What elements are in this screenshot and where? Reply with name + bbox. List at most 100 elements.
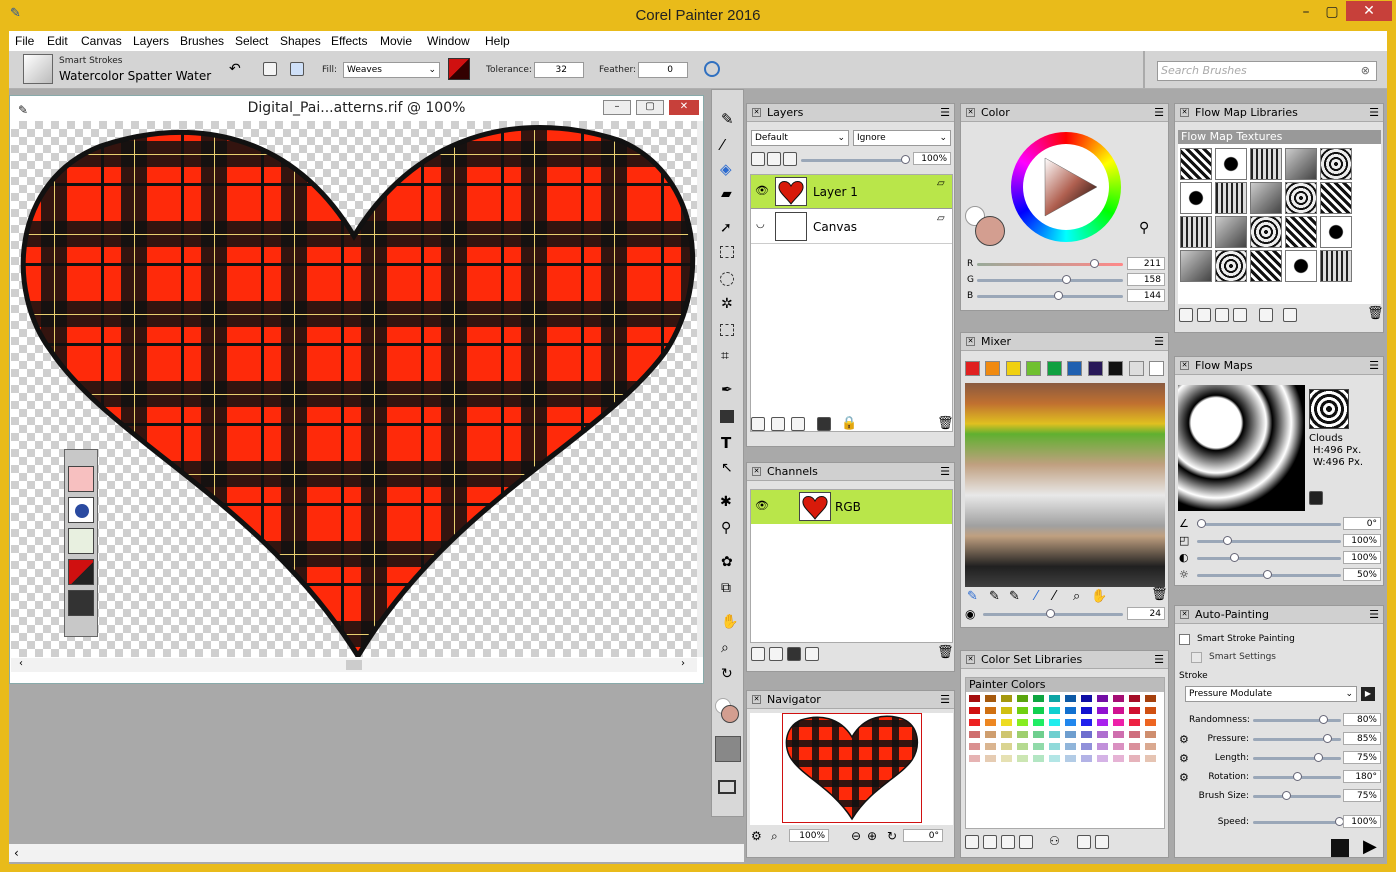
color-set-swatch[interactable] [1080,754,1093,763]
brush-size-knob[interactable] [1282,791,1291,800]
color-set-swatch[interactable] [1128,706,1141,715]
maximize-icon[interactable]: ▢ [1318,2,1346,22]
tolerance-field[interactable]: 32 [534,62,584,78]
flow-lib-icon-4[interactable] [1233,308,1247,322]
flow-angle-value[interactable]: 0° [1343,517,1381,530]
navigator-menu-icon[interactable]: ☰ [940,691,950,709]
flow-map-texture-swatch[interactable] [1320,216,1352,248]
mixer-brush-icon[interactable]: ✎ [967,589,978,604]
scroll-thumb[interactable] [346,660,362,670]
length-knob[interactable] [1314,753,1323,762]
flow-maps-menu-icon[interactable]: ☰ [1369,357,1379,375]
opacity-slider[interactable] [801,159,905,162]
screen-mode-icon[interactable] [718,780,736,794]
flow-map-texture-swatch[interactable] [1320,182,1352,214]
color-variability-icon[interactable]: ⚲ [1139,220,1149,236]
flow-map-texture-swatch[interactable] [1285,250,1317,282]
color-set-swatch[interactable] [1096,694,1109,703]
flow-brightness-value[interactable]: 50% [1343,568,1381,581]
cloner-tool-icon[interactable]: ✱ [720,494,732,510]
mixer-swatch[interactable] [965,361,980,376]
flow-lib-icon-6[interactable] [1283,308,1297,322]
layer-icon-2[interactable] [767,152,781,166]
play-icon[interactable]: ▶ [1363,836,1377,857]
color-set-swatch[interactable] [1016,706,1029,715]
pressure-knob[interactable] [1323,734,1332,743]
brush-selector-icon[interactable] [23,54,53,84]
color-set-swatch[interactable] [1096,718,1109,727]
color-set-swatch[interactable] [1048,754,1061,763]
color-set-swatch[interactable] [1064,730,1077,739]
flow-lib-icon-1[interactable] [1179,308,1193,322]
flow-contrast-value[interactable]: 100% [1343,551,1381,564]
feather-field[interactable]: 0 [638,62,688,78]
rotation-value[interactable]: 180° [1343,770,1381,783]
layer-adjuster-icon[interactable]: ➚ [720,220,732,236]
mixer-size-knob[interactable] [1046,609,1055,618]
brush-size-slider[interactable] [1253,795,1341,798]
brush-variant[interactable]: Watercolor Spatter Water [59,69,211,83]
color-set-swatch[interactable] [1144,706,1157,715]
copy-layer-icon[interactable] [791,417,805,431]
color-set-swatch[interactable] [1112,754,1125,763]
flow-map-texture-swatch[interactable] [1250,216,1282,248]
color-set-swatch[interactable] [1064,706,1077,715]
vertical-scrollbar[interactable] [697,121,703,657]
color-set-swatch[interactable] [1032,742,1045,751]
mirror-tool-icon[interactable]: ⧉ [721,580,731,596]
clear-search-icon[interactable]: ⊗ [1361,62,1370,80]
rectangle-tool-icon[interactable] [720,410,734,423]
r-knob[interactable] [1090,259,1099,268]
palette-plaid-icon[interactable] [68,559,94,585]
flow-map-texture-swatch[interactable] [1180,216,1212,248]
navigator-settings-icon[interactable]: ⚙ [751,829,762,843]
mixer-swatch[interactable] [1108,361,1123,376]
layer-mask-icon[interactable] [817,417,831,431]
b-value[interactable]: 144 [1127,289,1165,302]
navigator-zoom-field[interactable]: 100% [789,829,829,842]
fill-swatch[interactable] [448,58,470,80]
flow-map-texture-swatch[interactable] [1285,216,1317,248]
horizontal-scrollbar[interactable]: ‹ › [11,658,697,672]
color-set-swatch[interactable] [968,754,981,763]
delete-layer-icon[interactable]: 🗑 [937,416,954,431]
color-set-swatch[interactable] [1096,742,1109,751]
color-set-menu-icon[interactable]: ☰ [1154,651,1164,669]
flow-angle-knob[interactable] [1197,519,1206,528]
b-knob[interactable] [1054,291,1063,300]
color-set-swatch[interactable] [1144,754,1157,763]
mixer-swatch[interactable] [1149,361,1164,376]
close-icon[interactable]: ✕ [1346,1,1392,21]
length-value[interactable]: 75% [1343,751,1381,764]
rotate-icon[interactable]: ↻ [887,829,897,843]
mixer-sample-multiple-icon[interactable]: ⁄ [1053,589,1055,604]
menu-file[interactable]: File [15,34,34,48]
color-set-swatch[interactable] [1016,742,1029,751]
stroke-play-icon[interactable]: ▶ [1361,687,1375,701]
color-set-swatch[interactable] [1048,742,1061,751]
flow-map-texture-swatch[interactable] [1215,148,1247,180]
color-set-swatch[interactable] [1048,694,1061,703]
canvas[interactable] [11,121,697,657]
g-slider[interactable] [977,279,1123,282]
flow-lib-icon-5[interactable] [1259,308,1273,322]
mixer-dropper-icon[interactable]: ⁄ [1035,589,1037,604]
magnifier-tool-icon[interactable]: ⌕ [721,640,729,656]
channel-icon-2[interactable] [769,647,783,661]
randomness-knob[interactable] [1319,715,1328,724]
color-set-grid[interactable] [968,694,1164,774]
flow-map-texture-grid[interactable] [1180,148,1360,288]
color-set-swatch[interactable] [1080,706,1093,715]
magic-wand-icon[interactable]: ✲ [721,296,733,312]
channel-row-rgb[interactable]: 👁 RGB [751,490,952,524]
layer-icon-1[interactable] [751,152,765,166]
color-set-swatch[interactable] [1112,718,1125,727]
color-set-swatch[interactable] [1128,730,1141,739]
color-set-swatch[interactable] [1048,706,1061,715]
color-set-swatch[interactable] [1080,730,1093,739]
color-set-swatch[interactable] [1016,754,1029,763]
pressure-value[interactable]: 85% [1343,732,1381,745]
color-set-swatch[interactable] [1128,754,1141,763]
menu-brushes[interactable]: Brushes [180,34,224,48]
selection-adjuster-icon[interactable] [720,324,734,336]
